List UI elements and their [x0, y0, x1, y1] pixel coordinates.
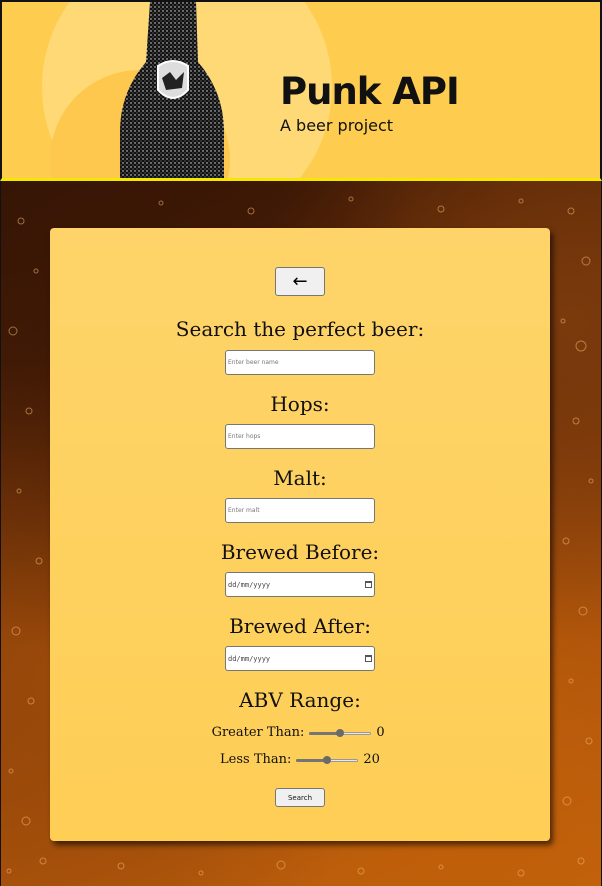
brewed-before-label: Brewed Before: [220, 540, 380, 564]
page-header: Punk API A beer project [0, 0, 602, 181]
brewed-after-date-input[interactable]: dd/mm/yyyy [225, 646, 375, 671]
search-button[interactable]: Search [275, 788, 325, 807]
page-subtitle: A beer project [280, 116, 394, 135]
abv-range-label: ABV Range: [239, 688, 361, 712]
search-form-card: ← Search the perfect beer: Enter beer na… [50, 228, 550, 841]
greater-than-slider[interactable] [309, 728, 372, 738]
slider-thumb[interactable] [323, 755, 332, 764]
less-than-slider[interactable] [296, 755, 359, 765]
brewed-after-placeholder: dd/mm/yyyy [228, 654, 271, 663]
brewed-after-label: Brewed After: [229, 614, 371, 638]
greater-than-label: Greater Than: [211, 725, 305, 740]
hops-input[interactable]: Enter hops [225, 424, 375, 449]
malt-label: Malt: [273, 466, 327, 490]
page-title: Punk API [280, 70, 460, 113]
brewed-before-placeholder: dd/mm/yyyy [228, 580, 271, 589]
hops-placeholder: Enter hops [228, 433, 261, 440]
back-button[interactable]: ← [275, 267, 325, 296]
slider-thumb[interactable] [336, 728, 345, 737]
beer-name-input[interactable]: Enter beer name [225, 350, 375, 375]
beer-bottle-logo [120, 2, 224, 178]
malt-placeholder: Enter malt [228, 507, 260, 514]
abv-greater-than-row: Greater Than: 0 [50, 725, 550, 740]
beer-name-placeholder: Enter beer name [228, 359, 279, 366]
malt-input[interactable]: Enter malt [225, 498, 375, 523]
calendar-icon[interactable] [365, 655, 372, 662]
less-than-label: Less Than: [220, 752, 292, 767]
abv-less-than-row: Less Than: 20 [50, 752, 550, 767]
calendar-icon[interactable] [365, 581, 372, 588]
search-label: Search the perfect beer: [175, 317, 425, 341]
hops-label: Hops: [270, 392, 330, 416]
brewed-before-date-input[interactable]: dd/mm/yyyy [225, 572, 375, 597]
greater-than-value: 0 [376, 725, 385, 740]
less-than-value: 20 [363, 752, 380, 767]
left-arrow-icon: ← [292, 271, 308, 292]
